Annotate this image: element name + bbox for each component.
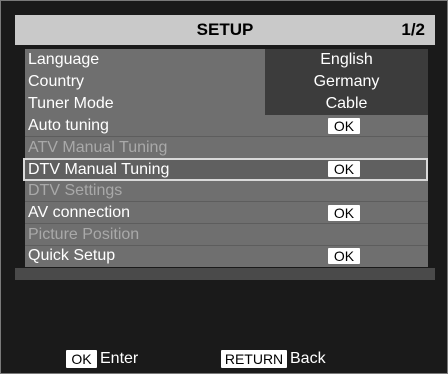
menu-bottom-bar (15, 268, 435, 280)
menu-item-country[interactable]: Country Germany (25, 71, 428, 93)
menu-item-tuner-mode[interactable]: Tuner Mode Cable (25, 93, 428, 115)
tuner-mode-value[interactable]: Cable (265, 93, 428, 115)
av-connection-ok-button[interactable]: OK (328, 205, 360, 221)
menu-item-label: Picture Position (28, 226, 140, 243)
menu-item-picture-position: Picture Position (25, 224, 428, 246)
back-hint: Back (290, 350, 326, 367)
tv-setup-screen: SETUP 1/2 Language English Country Germa… (0, 0, 448, 374)
menu-item-label: DTV Manual Tuning (28, 161, 170, 178)
auto-tuning-ok-button[interactable]: OK (328, 118, 360, 134)
menu-item-label: Tuner Mode (28, 95, 114, 112)
menu-item-label: Country (28, 73, 85, 90)
menu-item-quick-setup[interactable]: Quick Setup OK (25, 245, 428, 267)
menu-item-language[interactable]: Language English (25, 49, 428, 71)
dtv-manual-tuning-ok-button[interactable]: OK (328, 161, 360, 177)
setup-menu: Language English Country Germany Tuner M… (23, 49, 428, 267)
ok-key-icon: OK (66, 350, 97, 368)
menu-item-label: ATV Manual Tuning (28, 139, 168, 156)
menu-item-dtv-manual-tuning[interactable]: DTV Manual Tuning OK (23, 158, 428, 181)
footer-hints: OK Enter RETURN Back (1, 349, 447, 371)
menu-item-dtv-settings: DTV Settings (25, 180, 428, 202)
menu-item-atv-manual-tuning: ATV Manual Tuning (25, 137, 428, 159)
page-title: SETUP (196, 20, 254, 39)
menu-item-av-connection[interactable]: AV connection OK (25, 202, 428, 224)
menu-item-auto-tuning[interactable]: Auto tuning OK (25, 115, 428, 137)
page-indicator: 1/2 (401, 20, 425, 39)
return-key-icon: RETURN (221, 350, 287, 368)
menu-item-label: AV connection (28, 204, 130, 221)
menu-item-label: Quick Setup (28, 247, 116, 264)
menu-item-label: Language (28, 51, 100, 68)
enter-hint: Enter (100, 350, 139, 367)
country-value[interactable]: Germany (265, 71, 428, 93)
setup-header: SETUP 1/2 (15, 15, 435, 45)
menu-item-label: Auto tuning (28, 117, 109, 134)
menu-item-label: DTV Settings (28, 182, 123, 199)
quick-setup-ok-button[interactable]: OK (328, 248, 360, 264)
language-value[interactable]: English (265, 49, 428, 71)
